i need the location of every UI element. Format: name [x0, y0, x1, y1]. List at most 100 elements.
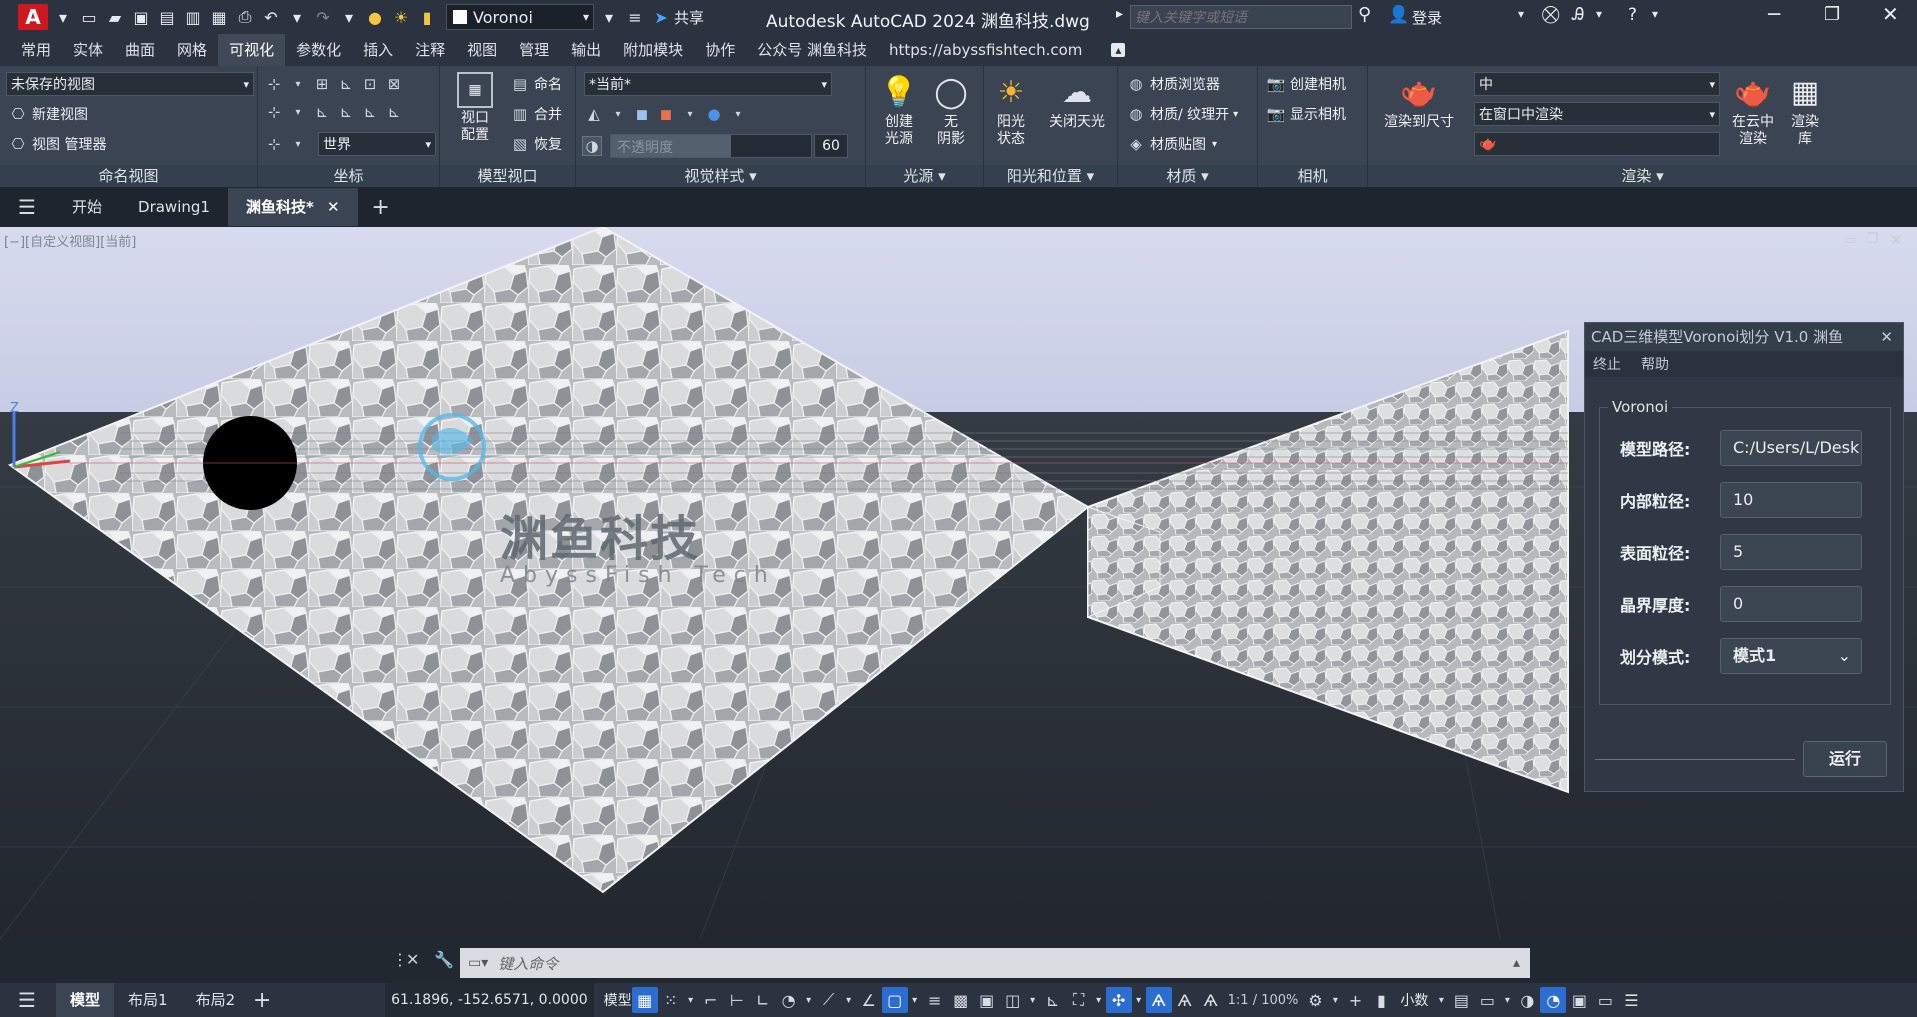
ribbon-tab-13[interactable]: 公众号 渊鱼科技: [746, 34, 878, 66]
search-icon[interactable]: ⚲: [1358, 4, 1371, 25]
maximize-icon[interactable]: ❐: [1824, 4, 1840, 25]
auto-scale-icon[interactable]: Ѧ: [1172, 987, 1198, 1013]
panel-title-render[interactable]: 渲染 ▾: [1368, 165, 1917, 187]
ribbon-tab-10[interactable]: 输出: [560, 34, 612, 66]
close-icon[interactable]: ✕: [1882, 2, 1899, 26]
tab-active-drawing[interactable]: 渊鱼科技* ✕: [227, 188, 358, 226]
surface-size-field[interactable]: 5: [1720, 534, 1862, 570]
command-line[interactable]: ▭▾ 键入命令 ▴: [460, 948, 1530, 978]
cmdline-close-icon[interactable]: ✕: [406, 950, 419, 969]
hardware-acceleration-icon[interactable]: ◔: [1540, 987, 1567, 1013]
redo-icon[interactable]: ↷: [312, 6, 334, 28]
ucs-view-icon[interactable]: ⊡: [360, 74, 380, 94]
3d-osnap-dropdown-icon[interactable]: ▾: [1026, 987, 1040, 1013]
units-dropdown-icon[interactable]: ▾: [1434, 987, 1448, 1013]
opacity-value-field[interactable]: 60: [814, 134, 848, 158]
named-view-select[interactable]: 未保存的视图 ▾: [6, 72, 254, 96]
autocad-logo-icon[interactable]: A: [18, 4, 48, 30]
infer-icon[interactable]: ⌐: [698, 987, 724, 1013]
transparency-icon[interactable]: ▩: [948, 987, 974, 1013]
workspace-select[interactable]: Voronoi ▾: [446, 4, 594, 30]
material-texture-dropdown-icon[interactable]: ▾: [1233, 109, 1238, 120]
lock-ui-icon[interactable]: ▭: [1474, 987, 1500, 1013]
new-tab-icon[interactable]: +: [368, 194, 394, 220]
shadow-cube-icon[interactable]: ◼: [632, 104, 652, 124]
polar-dropdown-icon[interactable]: ▾: [802, 987, 816, 1013]
login-button[interactable]: 登录: [1412, 7, 1442, 28]
tab-drawing1[interactable]: Drawing1: [120, 188, 228, 226]
create-camera-button[interactable]: 📷 创建相机: [1266, 74, 1346, 94]
render-preset-field[interactable]: 🫖: [1474, 132, 1720, 156]
name-viewport-button[interactable]: ▤ 命名: [510, 74, 562, 94]
chevron-down-icon[interactable]: ▾: [52, 6, 74, 28]
ucs-origin-icon[interactable]: ⊠: [384, 74, 404, 94]
create-light-button[interactable]: 💡 创建 光源: [874, 72, 924, 148]
minimize-icon[interactable]: ─: [1768, 2, 1780, 26]
cmdline-history-icon[interactable]: ▴: [1513, 955, 1520, 971]
workspace-dropdown-icon[interactable]: ▾: [1328, 987, 1342, 1013]
ribbon-tab-9[interactable]: 管理: [508, 34, 560, 66]
gizmo-dropdown-icon[interactable]: ▾: [1132, 987, 1146, 1013]
dialog-title-bar[interactable]: CAD三维模型Voronoi划分 V1.0 渊鱼 ✕: [1585, 323, 1903, 351]
material-texture-button[interactable]: ◍ 材质/ 纹理开 ▾: [1126, 104, 1238, 124]
render-in-select[interactable]: 在窗口中渲染 ▾: [1474, 102, 1720, 126]
customize-icon[interactable]: ▭: [1592, 987, 1618, 1013]
ucs-zaxis-icon[interactable]: ⊾: [384, 102, 404, 122]
sky-off-button[interactable]: ☁ 关闭天光: [1038, 72, 1116, 131]
face-color-dropdown-icon[interactable]: ▾: [680, 104, 700, 124]
viewport-minimize-icon[interactable]: ▭: [1844, 233, 1856, 248]
ribbon-tab-6[interactable]: 插入: [352, 34, 404, 66]
units-value[interactable]: 小数: [1400, 990, 1428, 1010]
cmdline-prompt-icon[interactable]: ▭▾: [468, 955, 488, 971]
isodraft-dropdown-icon[interactable]: ▾: [842, 987, 856, 1013]
new-file-icon[interactable]: ▭: [78, 6, 100, 28]
ribbon-tab-7[interactable]: 注释: [404, 34, 456, 66]
cloud-render-button[interactable]: 🫖 在云中 渲染: [1726, 72, 1780, 148]
selection-filter-dropdown-icon[interactable]: ▾: [1092, 987, 1106, 1013]
coordinates-readout[interactable]: 61.1896, -152.6571, 0.0000: [385, 983, 594, 1017]
tab-layout1[interactable]: 布局1: [114, 983, 182, 1017]
layout-menu-icon[interactable]: ☰: [14, 987, 40, 1013]
run-button[interactable]: 运行: [1803, 741, 1887, 777]
edge-style-dropdown-icon[interactable]: ▾: [608, 104, 628, 124]
save-icon[interactable]: ▣: [130, 6, 152, 28]
edge-style-icon[interactable]: ◭: [584, 104, 604, 124]
material-sphere-dropdown-icon[interactable]: ▾: [728, 104, 748, 124]
cart-icon[interactable]: ⛒: [1542, 5, 1559, 25]
undo-dropdown-icon[interactable]: ▾: [286, 6, 308, 28]
no-shadow-button[interactable]: ◯ 无 阴影: [926, 72, 976, 148]
menu-help[interactable]: 帮助: [1641, 354, 1669, 374]
login-dropdown-icon[interactable]: ▾: [1518, 7, 1524, 21]
view-manager-button[interactable]: ⎔ 视图 管理器: [8, 134, 106, 154]
dynamic-input-icon[interactable]: ⊢: [724, 987, 750, 1013]
grid-icon[interactable]: ▦: [631, 987, 658, 1013]
opacity-slider[interactable]: 不透明度: [610, 134, 812, 158]
face-color-icon[interactable]: ◼: [656, 104, 676, 124]
partition-mode-select[interactable]: 模式1 ⌄: [1720, 638, 1862, 674]
ucs-3point-icon[interactable]: ⊹: [264, 102, 284, 122]
units-icon[interactable]: ▮: [1368, 987, 1394, 1013]
isolate-objects-icon[interactable]: ◑: [1514, 987, 1540, 1013]
share-button[interactable]: 共享: [674, 7, 704, 28]
boundary-thickness-field[interactable]: 0: [1720, 586, 1862, 622]
annotation-scale-icon[interactable]: Ѧ: [1198, 987, 1224, 1013]
ribbon-tab-1[interactable]: 实体: [62, 34, 114, 66]
selection-filter-icon[interactable]: ⛶: [1066, 987, 1092, 1013]
lock-ui-dropdown-icon[interactable]: ▾: [1500, 987, 1514, 1013]
ucs-settings-dropdown-icon[interactable]: ▾: [288, 134, 308, 154]
ucs-select[interactable]: 世界 ▾: [318, 132, 436, 156]
undo-icon[interactable]: ↶: [260, 6, 282, 28]
panel-title-lights[interactable]: 光源 ▾: [866, 165, 983, 187]
render-to-size-button[interactable]: 🫖 渲染到尺寸: [1378, 72, 1460, 131]
lock-icon[interactable]: ▮: [416, 6, 438, 28]
snap-icon[interactable]: ⁙: [658, 987, 684, 1013]
plot-icon[interactable]: ⎙: [234, 6, 256, 28]
tab-layout2[interactable]: 布局2: [182, 983, 250, 1017]
ortho-icon[interactable]: ∟: [750, 987, 776, 1013]
annotation-visibility-icon[interactable]: Ѧ: [1145, 987, 1172, 1013]
ucs-3point-dropdown-icon[interactable]: ▾: [288, 102, 308, 122]
isodraft-icon[interactable]: ⟋: [816, 987, 842, 1013]
app-dropdown-icon[interactable]: ▾: [1596, 7, 1602, 21]
hamburger-menu-icon[interactable]: ☰: [14, 194, 40, 220]
ucs-z-icon[interactable]: ⊾: [360, 102, 380, 122]
